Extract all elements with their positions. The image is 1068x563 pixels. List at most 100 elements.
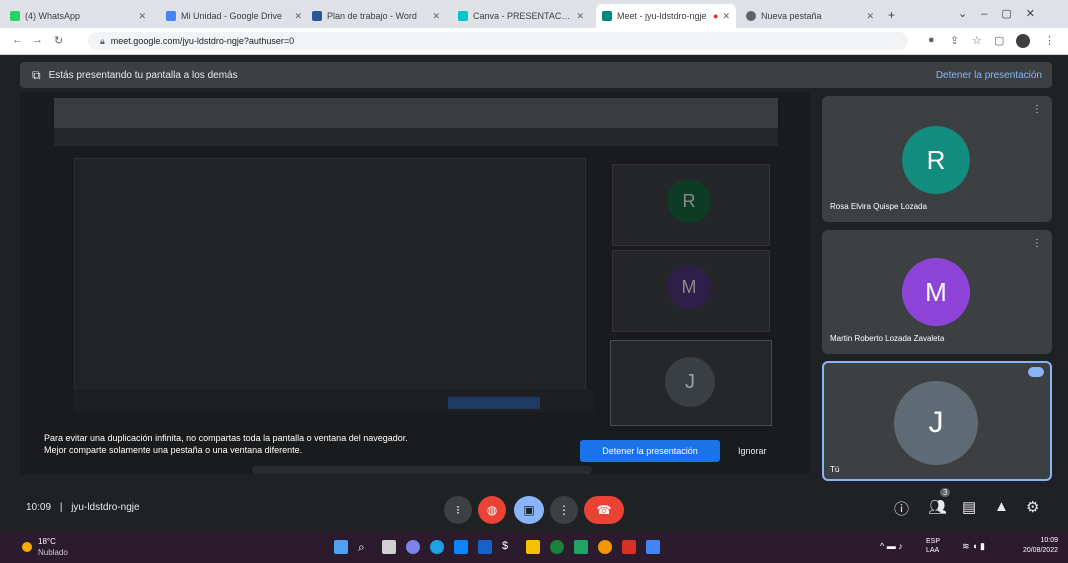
reload-icon[interactable]: ↻ bbox=[54, 34, 63, 47]
present-screen-icon: ⧉ bbox=[32, 67, 41, 82]
more-options-button[interactable]: ⁝ bbox=[444, 496, 472, 524]
hang-up-icon: ☎ bbox=[596, 503, 612, 517]
screen-share-preview: R M J Para evitar una duplicación infini… bbox=[20, 92, 810, 474]
tab-label: Mi Unidad - Google Drive bbox=[181, 11, 283, 21]
chrome-icon[interactable] bbox=[550, 540, 564, 554]
language-indicator[interactable]: ESP LAA bbox=[926, 537, 946, 555]
mirrored-browser-chrome bbox=[54, 98, 778, 128]
participant-count-badge: 3 bbox=[940, 488, 951, 497]
avatar: R bbox=[902, 126, 970, 194]
host-controls-icon[interactable]: ⚙ bbox=[1026, 498, 1039, 516]
drive-icon bbox=[166, 11, 176, 21]
tab-label: (4) WhatsApp bbox=[25, 11, 81, 21]
mirrored-avatar: M bbox=[667, 265, 711, 309]
app-icon[interactable] bbox=[622, 540, 636, 554]
ignore-button[interactable]: Ignorar bbox=[738, 446, 767, 456]
close-icon[interactable]: ✕ bbox=[722, 11, 730, 22]
participant-tile[interactable]: ⋮ M Martin Roberto Lozada Zavaleta bbox=[822, 230, 1052, 354]
close-icon[interactable]: ✕ bbox=[576, 11, 584, 22]
tab-label: Canva - PRESENTACIÓN bbox=[473, 11, 573, 21]
minimize-icon[interactable]: – bbox=[981, 8, 1001, 20]
microphone-off-button[interactable]: ◍ bbox=[478, 496, 506, 524]
tab-new[interactable]: Nueva pestaña ✕ bbox=[740, 4, 880, 28]
participant-tile[interactable]: ⋮ R Rosa Elvira Quispe Lozada bbox=[822, 96, 1052, 222]
tab-canva[interactable]: Canva - PRESENTACIÓN ✕ bbox=[452, 4, 590, 28]
info-icon[interactable]: ⓘ bbox=[894, 498, 909, 519]
participant-name: Martin Roberto Lozada Zavaleta bbox=[830, 334, 945, 343]
presenting-text: Estás presentando tu pantalla a los demá… bbox=[48, 69, 238, 81]
present-now-button[interactable]: ▣ bbox=[514, 496, 544, 524]
network-volume-icons[interactable]: ≋ ◖ ▮ bbox=[962, 541, 985, 552]
camera-permission-icon[interactable]: ● bbox=[928, 34, 935, 46]
more-vert-icon: ⋮ bbox=[558, 503, 570, 517]
task-view-icon[interactable] bbox=[382, 540, 396, 554]
separator: | bbox=[59, 502, 63, 513]
participant-name: Tú bbox=[830, 465, 840, 474]
more-options-button[interactable]: ⋮ bbox=[550, 496, 578, 524]
url-field[interactable]: 🔒︎ meet.google.com/jyu-ldstdro-ngje?authu… bbox=[88, 32, 908, 50]
back-icon[interactable]: ← bbox=[12, 34, 23, 46]
word-icon bbox=[312, 11, 322, 21]
new-tab-button[interactable]: + bbox=[888, 8, 895, 22]
speaking-indicator-icon bbox=[1028, 367, 1044, 377]
participant-tile-self[interactable]: J Tú bbox=[822, 361, 1052, 481]
app-icon[interactable] bbox=[646, 540, 660, 554]
window-controls[interactable]: ⌄–▢✕ bbox=[958, 7, 1049, 20]
hand-icon: ⁝ bbox=[456, 503, 460, 517]
mirrored-control-bar bbox=[252, 466, 592, 474]
profile-avatar[interactable] bbox=[1016, 34, 1030, 48]
clock-time: 10:09 bbox=[1040, 537, 1058, 544]
weather-temp: 18°C bbox=[38, 537, 56, 546]
tab-drive[interactable]: Mi Unidad - Google Drive ✕ bbox=[160, 4, 308, 28]
stop-presenting-button[interactable]: Detener la presentación bbox=[580, 440, 720, 462]
app-icon[interactable] bbox=[574, 540, 588, 554]
close-icon[interactable]: ✕ bbox=[866, 11, 874, 22]
close-icon[interactable]: ✕ bbox=[138, 11, 146, 22]
tab-whatsapp[interactable]: (4) WhatsApp ✕ bbox=[4, 4, 152, 28]
store-icon[interactable] bbox=[454, 540, 468, 554]
leave-call-button[interactable]: ☎ bbox=[584, 496, 624, 524]
file-explorer-icon[interactable] bbox=[526, 540, 540, 554]
forward-icon[interactable]: → bbox=[32, 34, 43, 46]
menu-icon[interactable]: ⋮ bbox=[1044, 34, 1055, 47]
app-icon[interactable] bbox=[598, 540, 612, 554]
people-icon[interactable]: 👥︎ bbox=[928, 498, 947, 516]
word-icon[interactable] bbox=[478, 540, 492, 554]
maximize-icon[interactable]: ▢ bbox=[1001, 8, 1025, 20]
more-options-icon[interactable]: ⋮ bbox=[1032, 104, 1042, 115]
more-options-icon[interactable]: ⋮ bbox=[1032, 238, 1042, 249]
mirrored-tile: J bbox=[610, 340, 772, 426]
share-icon[interactable]: ⇪ bbox=[950, 34, 959, 47]
infinite-mirror-warning-text: Para evitar una duplicación infinita, no… bbox=[44, 433, 408, 455]
tab-label: Plan de trabajo - Word bbox=[327, 11, 417, 21]
tab-word[interactable]: Plan de trabajo - Word ✕ bbox=[306, 4, 446, 28]
windows-taskbar: 18°C Nublado ⌕ $ ^ ▬ ♪ ESP LAA ≋ ◖ ▮ 10:… bbox=[0, 532, 1068, 563]
star-icon[interactable]: ☆ bbox=[972, 34, 982, 47]
weather-desc: Nublado bbox=[38, 548, 68, 557]
tab-meet[interactable]: Meet - jyu-ldstdro-ngje ● ✕ bbox=[596, 4, 736, 28]
start-icon[interactable] bbox=[334, 540, 348, 554]
teams-icon[interactable] bbox=[406, 540, 420, 554]
weather-icon[interactable] bbox=[22, 542, 32, 552]
meeting-time: 10:09 bbox=[26, 502, 52, 513]
meeting-details: 10:09 | jyu-ldstdro-ngje bbox=[26, 502, 140, 513]
mirrored-avatar: J bbox=[665, 357, 715, 407]
close-window-icon[interactable]: ✕ bbox=[1026, 8, 1049, 20]
avatar: M bbox=[902, 258, 970, 326]
present-icon: ▣ bbox=[523, 503, 535, 517]
mirrored-stage bbox=[74, 158, 586, 410]
whatsapp-icon bbox=[10, 11, 20, 21]
edge-icon[interactable] bbox=[430, 540, 444, 554]
lock-icon: 🔒︎ bbox=[100, 36, 105, 46]
close-icon[interactable]: ✕ bbox=[294, 11, 302, 22]
search-icon[interactable]: ⌕ bbox=[358, 540, 372, 554]
chat-icon[interactable]: ▤ bbox=[962, 498, 976, 516]
close-icon[interactable]: ✕ bbox=[432, 11, 440, 22]
system-tray-icons[interactable]: ^ ▬ ♪ bbox=[880, 541, 903, 551]
extensions-icon[interactable]: ▢ bbox=[994, 34, 1004, 47]
stop-presenting-link[interactable]: Detener la presentación bbox=[936, 70, 1042, 81]
meeting-code: jyu-ldstdro-ngje bbox=[71, 502, 140, 513]
chevron-down-icon[interactable]: ⌄ bbox=[958, 8, 981, 20]
app-icon[interactable]: $ bbox=[502, 540, 516, 554]
activities-icon[interactable]: ▲ bbox=[994, 498, 1009, 515]
